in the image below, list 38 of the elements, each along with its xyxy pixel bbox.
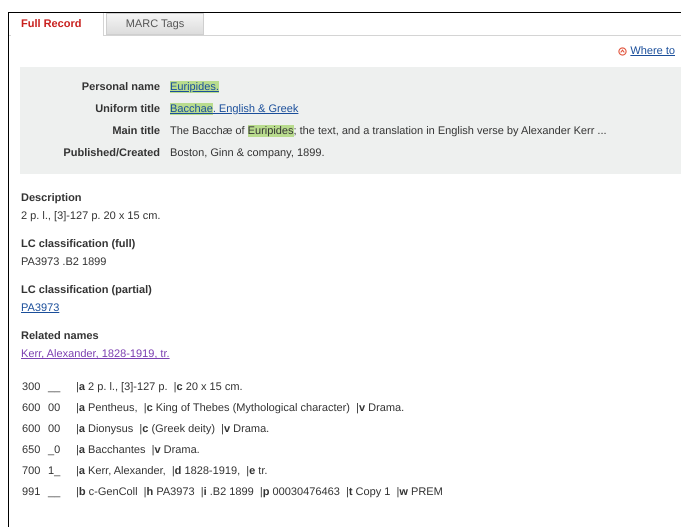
section-heading: LC classification (partial) xyxy=(21,283,153,298)
marc-tag: 600 xyxy=(22,401,48,416)
tab[interactable]: Full Record xyxy=(11,13,104,36)
field-label: Published/Created xyxy=(62,146,161,161)
field-value: Boston, Ginn & company, 1899. xyxy=(170,146,324,161)
circle-arrow-icon xyxy=(618,47,628,56)
section-link[interactable]: Kerr, Alexander, 1828-1919, tr. xyxy=(21,347,170,362)
marc-subfields: |a 2 p. l., [3]-127 p. |c 20 x 15 cm. xyxy=(76,380,243,395)
section-value: PA3973 .B2 1899 xyxy=(21,255,106,270)
field-label: Personal name xyxy=(80,80,161,95)
marc-subfields: |a Bacchantes |v Drama. xyxy=(76,443,200,458)
marc-subfields: |b c-GenColl |h PA3973 |i .B2 1899 |p 00030476463 |t Copy 1 |w PREM xyxy=(76,485,443,500)
field-link[interactable]: Bacchae. English & Greek xyxy=(170,101,298,118)
section-heading: LC classification (full) xyxy=(21,237,136,252)
marc-tag: 650 xyxy=(22,443,48,458)
marc-tag: 300 xyxy=(22,380,48,395)
marc-indicators: 00 xyxy=(48,401,62,416)
marc-subfields: |a Kerr, Alexander, |d 1828-1919, |e tr. xyxy=(76,464,268,479)
marc-subfields: |a Pentheus, |c King of Thebes (Mythological character) |v Drama. xyxy=(76,401,404,416)
marc-tag: 991 xyxy=(22,485,48,500)
section-heading: Description xyxy=(21,191,83,206)
section-heading: Related names xyxy=(21,329,100,344)
field-label: Uniform title xyxy=(94,102,161,117)
section-value: 2 p. l., [3]-127 p. 20 x 15 cm. xyxy=(21,209,160,224)
marc-indicators: __ xyxy=(48,380,62,395)
marc-tag: 600 xyxy=(22,422,48,437)
field-link[interactable]: Euripides. xyxy=(170,79,219,96)
tab[interactable]: MARC Tags xyxy=(106,13,204,35)
marc-indicators: 1_ xyxy=(48,464,62,479)
marc-indicators: 00 xyxy=(48,422,62,437)
field-label: Main title xyxy=(111,124,161,139)
marc-indicators: _0 xyxy=(48,443,62,458)
field-value: The Bacchæ of Euripides; the text, and a translation in English verse by Alexander Kerr ... xyxy=(170,124,607,139)
section-link[interactable]: PA3973 xyxy=(21,301,60,316)
marc-subfields: |a Dionysus |c (Greek deity) |v Drama. xyxy=(76,422,270,437)
marc-tag: 700 xyxy=(22,464,48,479)
where-to-find-link[interactable]: Where to xyxy=(618,43,675,60)
marc-indicators: __ xyxy=(48,485,62,500)
